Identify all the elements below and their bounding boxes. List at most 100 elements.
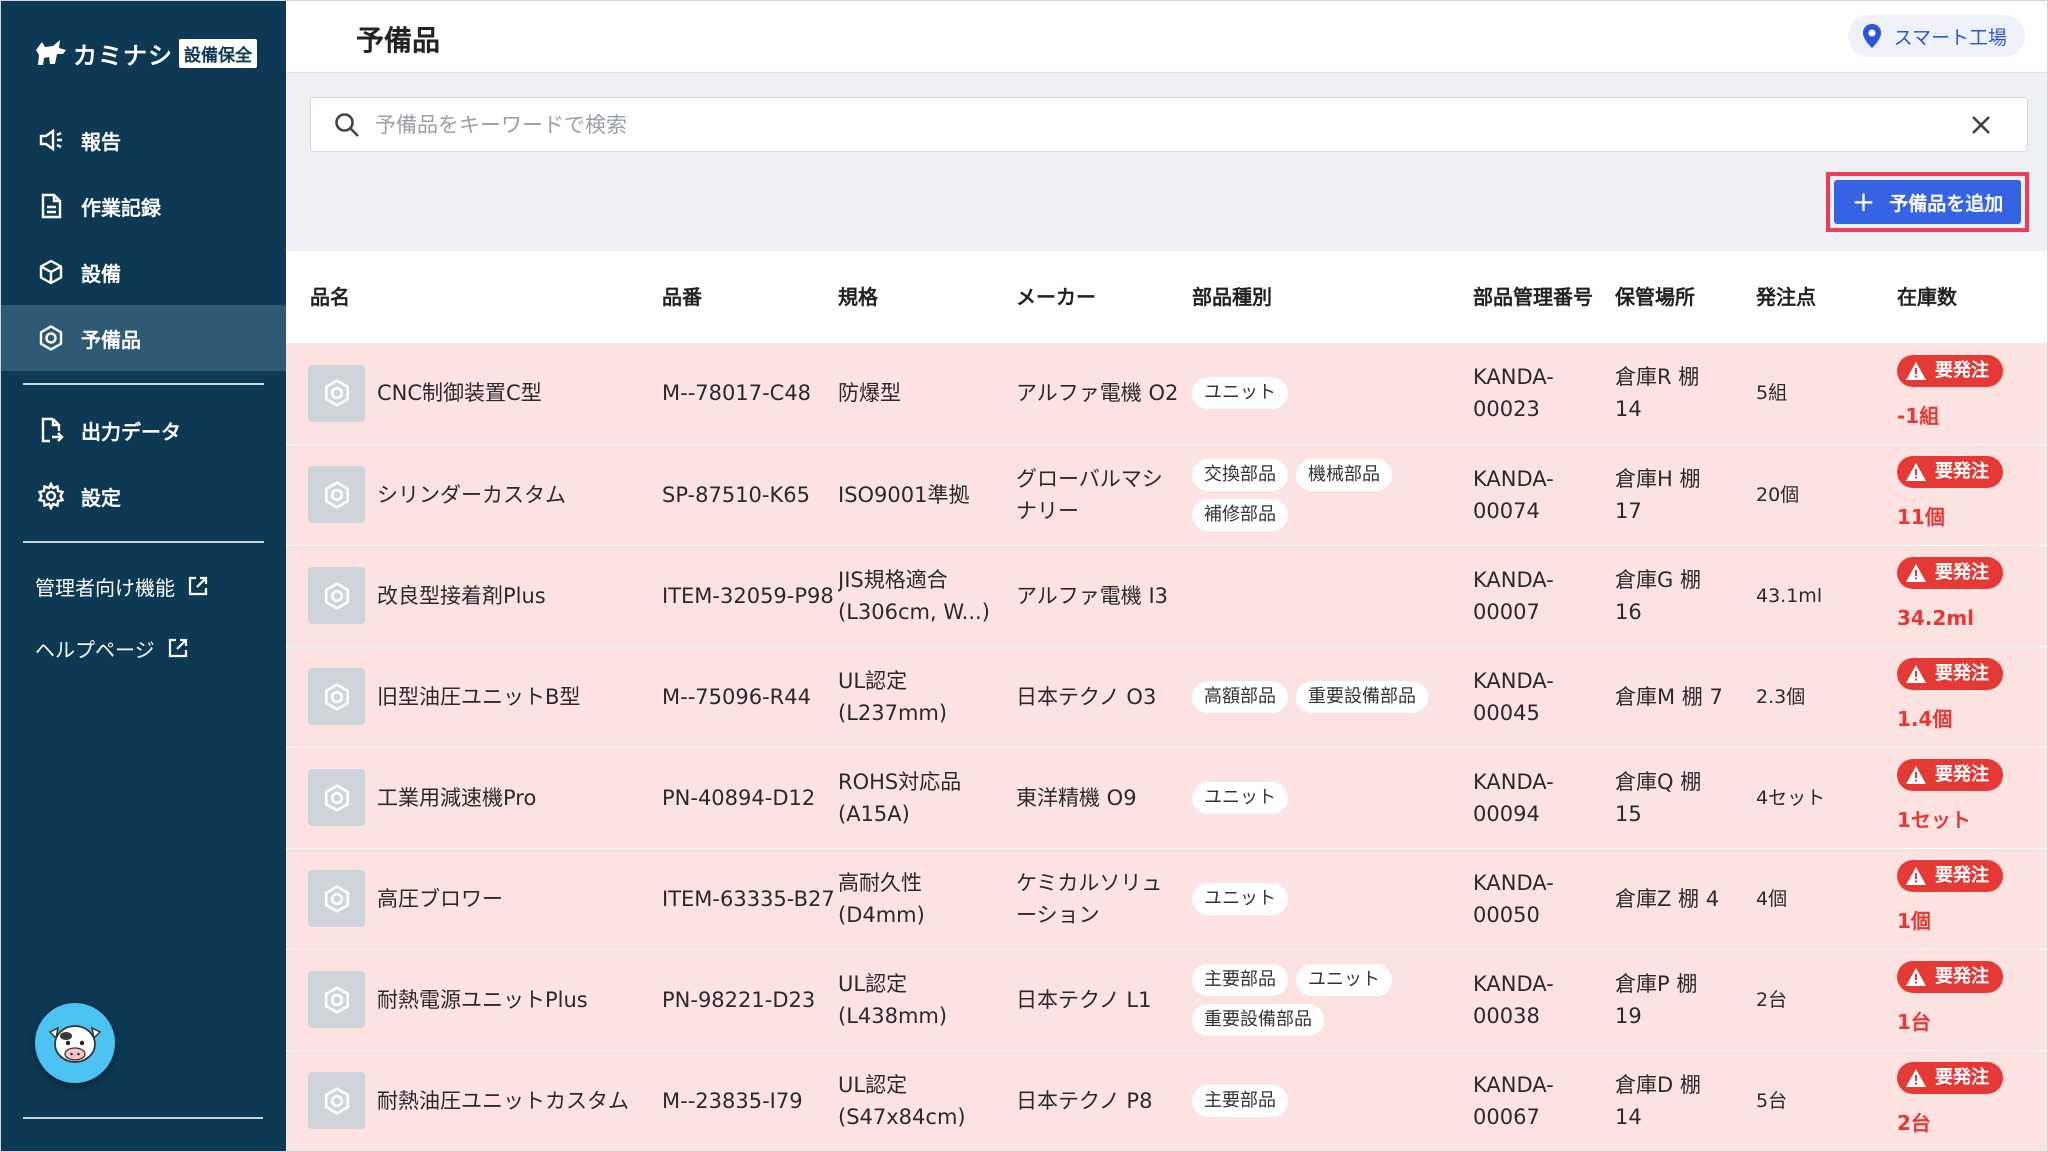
warning-icon (1906, 361, 1926, 380)
nav-item-spare-parts[interactable]: 予備品 (1, 305, 286, 371)
app-frame: カミナシ 設備保全 報告 作業記録 設備 予備品 出力データ 設定 管理者向け機… (0, 0, 2048, 1152)
support-chat-button[interactable] (35, 1003, 115, 1083)
part-spec: UL認定 (L438mm) (838, 971, 948, 1028)
order-point: 20個 (1756, 483, 1800, 506)
nav-item-report[interactable]: 報告 (1, 107, 286, 173)
order-required-label: 要発注 (1935, 966, 1989, 987)
column-header-location[interactable]: 保管場所 (1615, 251, 1756, 343)
add-button-highlight: + 予備品を追加 (1826, 172, 2029, 232)
order-required-badge: 要発注 (1897, 961, 2003, 993)
order-required-badge: 要発注 (1897, 557, 2003, 589)
nav-item-work-log[interactable]: 作業記録 (1, 173, 286, 239)
table-row[interactable]: 耐熱油圧ユニットカスタム M--23835-I79 UL認定 (S47x84cm… (286, 1050, 2047, 1151)
nav-divider (23, 541, 264, 543)
order-point: 4セット (1756, 786, 1826, 809)
part-type-tags: 主要部品 ユニット 重要設備部品 (1192, 963, 1432, 1036)
part-number: ITEM-63335-B27 (662, 886, 835, 911)
cow-mascot-icon (48, 1025, 102, 1063)
order-required-label: 要発注 (1935, 1067, 1989, 1088)
order-point: 2.3個 (1756, 685, 1806, 708)
table-row[interactable]: 耐熱電源ユニットPlus PN-98221-D23 UL認定 (L438mm) … (286, 949, 2047, 1050)
column-header-type[interactable]: 部品種別 (1192, 251, 1473, 343)
search-box (310, 97, 2028, 152)
location-selector[interactable]: スマート工場 (1847, 15, 2025, 57)
page-title: 予備品 (356, 24, 441, 57)
order-required-badge: 要発注 (1897, 456, 2003, 488)
mgmt-number: KANDA-00045 (1473, 668, 1554, 725)
nav-divider (23, 383, 264, 385)
name-cell: 耐熱電源ユニットPlus (308, 971, 662, 1028)
sidebar: カミナシ 設備保全 報告 作業記録 設備 予備品 出力データ 設定 管理者向け機… (1, 1, 286, 1151)
close-icon[interactable] (1967, 111, 1995, 139)
nav-label-report: 報告 (81, 129, 121, 154)
name-cell: 耐熱油圧ユニットカスタム (308, 1072, 662, 1129)
storage-location: 倉庫H 棚 17 (1615, 466, 1701, 523)
column-header-spec[interactable]: 規格 (838, 251, 1016, 343)
part-maker: グローバルマシナリー (1016, 466, 1163, 523)
storage-location: 倉庫R 棚 14 (1615, 365, 1700, 422)
part-number: SP-87510-K65 (662, 482, 810, 507)
help-link[interactable]: ヘルプページ (1, 617, 286, 679)
name-cell: シリンダーカスタム (308, 466, 662, 523)
order-point: 5台 (1756, 1089, 1788, 1112)
hex-nut-icon (324, 783, 349, 812)
column-header-order-point[interactable]: 発注点 (1756, 251, 1897, 343)
part-name: シリンダーカスタム (377, 482, 566, 507)
table-row[interactable]: CNC制御装置C型 M--78017-C48 防爆型 アルファ電機 O2 ユニッ… (286, 343, 2047, 444)
part-thumbnail (308, 870, 365, 927)
search-input[interactable] (375, 112, 1967, 137)
external-link-icon (188, 576, 208, 596)
storage-location: 倉庫M 棚 7 (1615, 684, 1723, 709)
brand-logo[interactable]: カミナシ 設備保全 (33, 35, 257, 71)
column-header-stock[interactable]: 在庫数 (1897, 251, 2047, 343)
mgmt-number: KANDA-00094 (1473, 769, 1554, 826)
table-row[interactable]: 改良型接着剤Plus ITEM-32059-P98 JIS規格適合 (L306c… (286, 545, 2047, 646)
part-thumbnail (308, 971, 365, 1028)
table-row[interactable]: 旧型油圧ユニットB型 M--75096-R44 UL認定 (L237mm) 日本… (286, 646, 2047, 747)
storage-location: 倉庫Z 棚 4 (1615, 886, 1720, 911)
part-name: 高圧ブロワー (377, 886, 503, 911)
name-cell: CNC制御装置C型 (308, 364, 662, 422)
part-spec: JIS規格適合 (L306cm, W...) (838, 567, 990, 624)
table-row[interactable]: 工業用減速機Pro PN-40894-D12 ROHS対応品 (A15A) 東洋… (286, 747, 2047, 848)
stock-count: 1個 (1897, 909, 1931, 933)
column-header-name[interactable]: 品名 (286, 251, 662, 343)
main-nav: 報告 作業記録 設備 予備品 出力データ 設定 管理者向け機能 ヘルプページ (1, 107, 286, 679)
order-required-label: 要発注 (1935, 663, 1989, 684)
brand-name: カミナシ (73, 41, 173, 70)
nav-item-equipment[interactable]: 設備 (1, 239, 286, 305)
part-type-tags: 高額部品 重要設備部品 (1192, 680, 1432, 713)
external-link-icon (168, 638, 187, 658)
stock-count: 2台 (1897, 1111, 1931, 1135)
part-thumbnail (308, 466, 365, 523)
top-bar: 予備品 スマート工場 (286, 1, 2047, 73)
admin-link[interactable]: 管理者向け機能 (1, 555, 286, 617)
hex-nut-icon (35, 322, 67, 354)
column-header-mgmt-no[interactable]: 部品管理番号 (1473, 251, 1615, 343)
warning-icon (1906, 463, 1926, 481)
part-type-tag: 補修部品 (1192, 498, 1288, 531)
nav-item-settings[interactable]: 設定 (1, 463, 286, 529)
nav-item-export[interactable]: 出力データ (1, 397, 286, 463)
part-thumbnail (308, 668, 365, 725)
warning-icon (1906, 968, 1926, 986)
hex-nut-icon (324, 581, 349, 610)
gear-icon (35, 480, 67, 512)
megaphone-icon (35, 124, 67, 156)
stock-count: 1.4個 (1897, 707, 1953, 731)
column-header-maker[interactable]: メーカー (1016, 251, 1192, 343)
column-header-part-no[interactable]: 品番 (662, 251, 838, 343)
add-spare-part-button[interactable]: + 予備品を追加 (1834, 180, 2021, 224)
table-header-row: 品名 品番 規格 メーカー 部品種別 部品管理番号 保管場所 発注点 在庫数 (286, 251, 2047, 343)
file-export-icon (35, 414, 67, 446)
table-row[interactable]: シリンダーカスタム SP-87510-K65 ISO9001準拠 グローバルマシ… (286, 444, 2047, 545)
order-required-badge: 要発注 (1897, 759, 2003, 791)
brand-tag: 設備保全 (179, 38, 257, 68)
mgmt-number: KANDA-00038 (1473, 971, 1554, 1028)
part-type-tag: ユニット (1192, 781, 1288, 814)
order-point: 5組 (1756, 382, 1788, 405)
part-maker: アルファ電機 O2 (1016, 381, 1179, 406)
part-type-tag: 主要部品 (1192, 963, 1288, 996)
part-type-tags: ユニット (1192, 377, 1432, 410)
table-row[interactable]: 高圧ブロワー ITEM-63335-B27 高耐久性 (D4mm) ケミカルソリ… (286, 848, 2047, 949)
